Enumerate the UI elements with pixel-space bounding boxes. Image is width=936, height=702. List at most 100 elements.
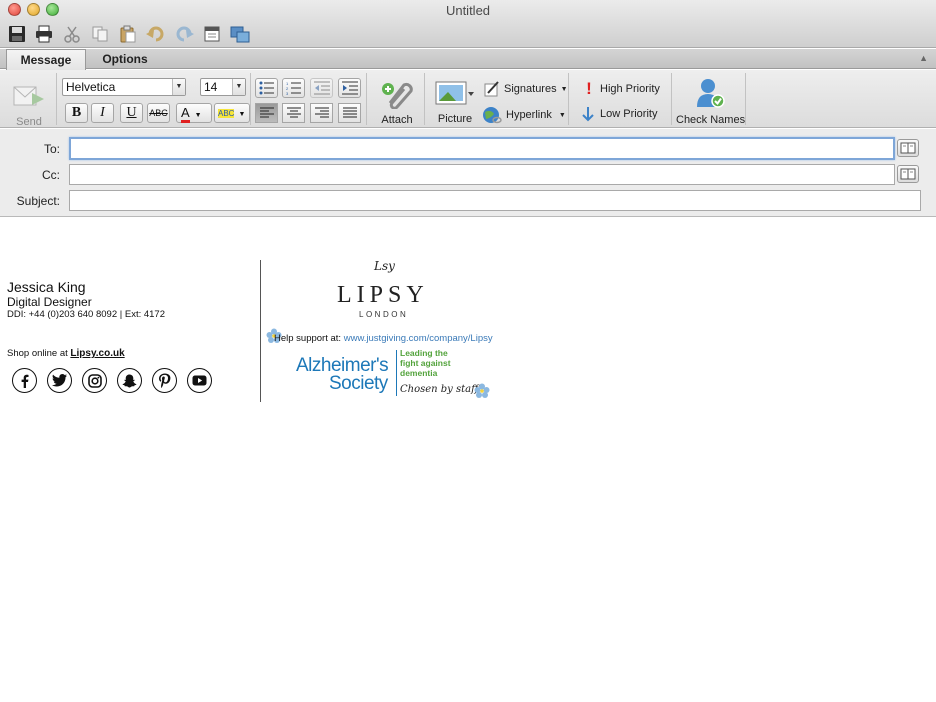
cut-icon[interactable] [62, 24, 82, 44]
globe-link-icon [483, 107, 502, 124]
svg-text:3: 3 [286, 91, 289, 95]
signature-pen-icon [484, 81, 499, 97]
facebook-icon[interactable] [12, 368, 37, 393]
to-address-book-button[interactable] [897, 139, 919, 157]
send-group: Send [0, 73, 57, 128]
youtube-icon[interactable] [187, 368, 212, 393]
numbered-list-button[interactable]: 123 [282, 78, 305, 98]
chevron-down-icon: ▼ [560, 85, 568, 93]
font-size-select[interactable]: 14 ▼ [200, 78, 246, 96]
redo-icon[interactable] [174, 24, 194, 44]
window-title: Untitled [445, 3, 491, 18]
justify-button[interactable] [338, 103, 361, 123]
charity-tagline: Leading the fight against dementia [400, 348, 451, 378]
picture-icon [435, 81, 474, 105]
subject-field[interactable] [69, 190, 921, 211]
decrease-indent-icon [313, 81, 330, 95]
bold-button[interactable]: B [65, 103, 88, 123]
bullet-list-button[interactable] [255, 78, 278, 98]
down-arrow-icon [582, 107, 594, 122]
bullet-list-icon [259, 81, 274, 95]
names-group: Check Names [672, 73, 746, 126]
signatures-button[interactable]: Signatures ▼ [484, 81, 568, 97]
to-field[interactable] [69, 137, 895, 160]
print-icon[interactable] [34, 24, 54, 44]
underline-button[interactable]: U [120, 103, 143, 123]
attach-group: Attach [367, 73, 425, 126]
title-bar: Untitled [0, 0, 936, 48]
align-right-icon [314, 107, 329, 118]
pinterest-icon[interactable] [152, 368, 177, 393]
hyperlink-button[interactable]: Hyperlink ▼ [482, 106, 566, 124]
cc-address-book-button[interactable] [897, 165, 919, 183]
chevron-down-icon: ▼ [194, 111, 202, 119]
chevron-down-icon: ▼ [232, 79, 245, 95]
tab-options[interactable]: Options [90, 49, 160, 69]
font-color-icon: A [181, 105, 190, 123]
chevron-down-icon: ▼ [238, 110, 246, 118]
decrease-indent-button[interactable] [310, 78, 333, 98]
attach-button[interactable]: Attach [377, 77, 417, 126]
signature-shop-line: Shop online at Lipsy.co.uk [7, 348, 125, 359]
send-icon [13, 86, 44, 106]
increase-indent-button[interactable] [338, 78, 361, 98]
address-book-icon [900, 142, 916, 154]
italic-button[interactable]: I [91, 103, 114, 123]
address-book-icon [900, 168, 916, 180]
strikethrough-button[interactable]: ABC [147, 103, 170, 123]
cc-field[interactable] [69, 164, 895, 185]
address-fields: To: Cc: Subject: [0, 129, 936, 217]
send-button[interactable]: Send [10, 81, 48, 128]
align-center-button[interactable] [282, 103, 305, 123]
signature-phone: DDI: +44 (0)203 640 8092 | Ext: 4172 [7, 309, 166, 320]
undo-icon[interactable] [146, 24, 166, 44]
insert-group: Picture Signatures ▼ Hyperlink ▼ [425, 73, 569, 125]
alzheimers-society-logo: Alzheimer's Society [296, 355, 389, 394]
exclamation-icon: ! [586, 79, 592, 98]
picture-button[interactable]: Picture [433, 80, 477, 125]
message-body[interactable]: Jessica King Digital Designer DDI: +44 (… [0, 218, 936, 702]
font-color-button[interactable]: A ▼ [176, 103, 212, 123]
chevron-down-icon: ▼ [558, 111, 566, 119]
shop-link[interactable]: Lipsy.co.uk [70, 348, 124, 359]
align-left-icon [259, 107, 274, 118]
high-priority-button[interactable]: ! High Priority [582, 79, 660, 99]
save-icon[interactable] [7, 24, 27, 44]
collapse-ribbon-icon[interactable]: ▲ [919, 53, 928, 63]
snapchat-icon[interactable] [117, 368, 142, 393]
subject-label: Subject: [16, 194, 60, 208]
paste-icon[interactable] [118, 24, 138, 44]
low-priority-button[interactable]: Low Priority [580, 106, 657, 122]
paperclip-icon [382, 83, 413, 110]
tab-message[interactable]: Message [6, 49, 86, 70]
charity-chosen-note: Chosen by staff [400, 384, 479, 395]
charity-logo-divider [396, 350, 397, 396]
forget-me-not-icon [474, 383, 490, 398]
priority-group: ! High Priority Low Priority [569, 73, 672, 125]
check-names-button[interactable]: Check Names [676, 77, 745, 126]
twitter-icon[interactable] [47, 368, 72, 393]
font-name-select[interactable]: Helvetica ▼ [62, 78, 186, 96]
instagram-icon[interactable] [82, 368, 107, 393]
numbered-list-icon: 123 [286, 81, 301, 95]
align-right-button[interactable] [310, 103, 333, 123]
ribbon-tab-bar: Message Options ▲ [0, 49, 936, 70]
copy-icon[interactable] [90, 24, 110, 44]
increase-indent-icon [341, 81, 358, 95]
highlight-button[interactable]: ABC ▼ [214, 103, 250, 123]
ribbon: Send Helvetica ▼ 14 ▼ B I U ABC A ▼ ABC ▼ [0, 70, 936, 128]
lipsy-monogram: Lsy [374, 259, 395, 273]
calendar-icon[interactable] [202, 24, 222, 44]
address-book-icon[interactable] [230, 24, 250, 44]
justgiving-link[interactable]: www.justgiving.com/company/Lipsy [344, 333, 493, 344]
cc-label: Cc: [42, 168, 60, 182]
signature-divider [260, 260, 261, 402]
charity-help-line: Help support at: www.justgiving.com/comp… [274, 333, 493, 344]
align-center-icon [286, 107, 301, 118]
signature-name: Jessica King [7, 279, 86, 295]
signature-title: Digital Designer [7, 295, 92, 309]
check-names-icon [697, 79, 725, 108]
align-left-button[interactable] [255, 103, 278, 123]
lipsy-logo: LIPSY [337, 282, 429, 308]
compose-window: Untitled Message Options ▲ Send Helvetic… [0, 0, 936, 702]
